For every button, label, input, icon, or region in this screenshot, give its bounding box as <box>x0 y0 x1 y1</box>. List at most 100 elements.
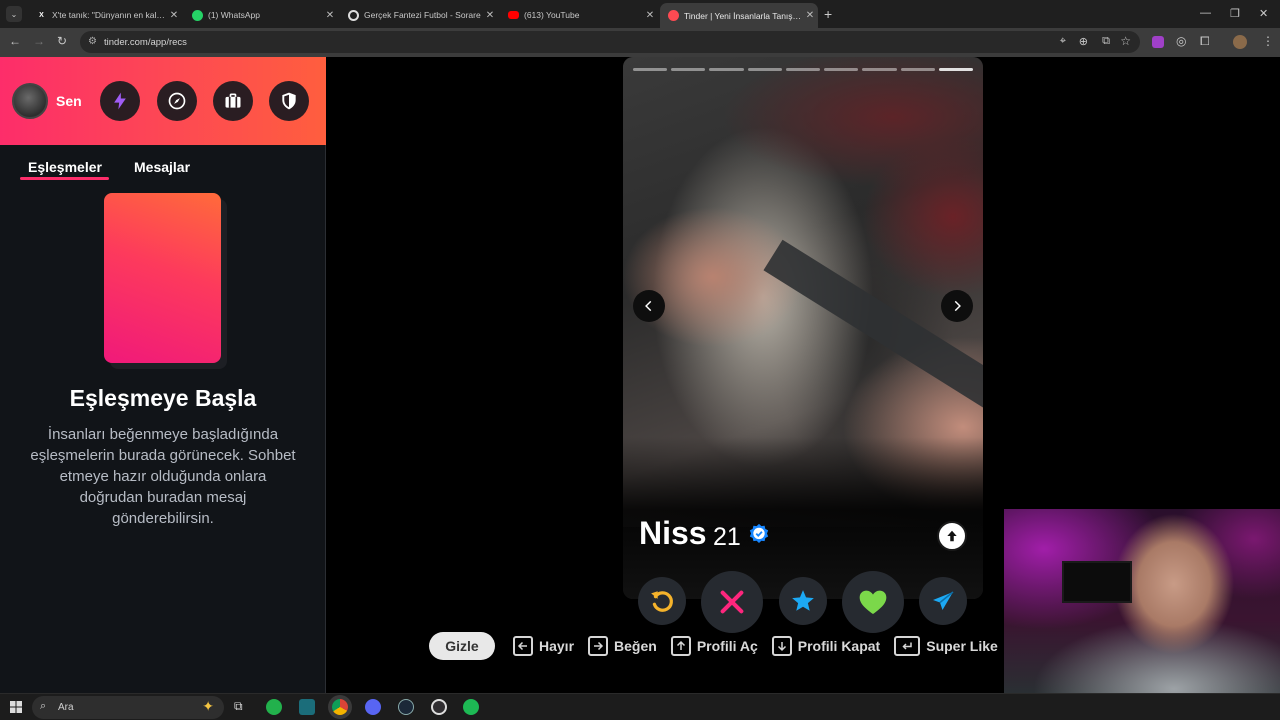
photo-progress-segment[interactable] <box>709 68 744 71</box>
close-window-icon[interactable]: ✕ <box>1259 7 1268 20</box>
tab-search-button[interactable]: ⌄ <box>6 6 22 22</box>
shield-icon <box>282 92 296 110</box>
close-icon[interactable]: ✕ <box>802 10 818 21</box>
empty-state-title: Eşleşmeye Başla <box>69 385 257 411</box>
restore-icon[interactable]: ❐ <box>1230 7 1240 20</box>
tab-messages[interactable]: Mesajlar <box>134 159 190 175</box>
new-tab-button[interactable]: + <box>824 6 832 22</box>
briefcase-icon <box>225 93 241 108</box>
site-info-icon[interactable]: ⚙ <box>88 36 97 47</box>
nope-button[interactable] <box>701 571 763 633</box>
sorare-icon <box>348 9 359 21</box>
browser-tab-whatsapp[interactable]: (1) WhatsApp ✕ <box>184 4 338 26</box>
like-icon <box>859 590 887 614</box>
taskbar-app-green-icon[interactable] <box>266 699 282 715</box>
empty-state-description: İnsanları beğenmeye başladığında eşleşme… <box>30 426 296 527</box>
explore-button[interactable] <box>157 81 197 121</box>
photo-progress-segment[interactable] <box>747 68 782 71</box>
photo-progress-segment[interactable] <box>671 68 706 71</box>
forward-icon[interactable]: → <box>33 34 45 48</box>
tinder-icon <box>668 10 679 21</box>
browser-toolbar: ← → ↻ ⚙ tinder.com/app/recs ⌖ ⊕ ⧉ ☆ ◎ ⧠ … <box>0 28 1280 57</box>
avatar[interactable] <box>12 83 48 119</box>
shortcut-label: Profili Kapat <box>797 638 881 654</box>
taskbar-search[interactable]: ⌕ Ara ✦ <box>32 696 224 719</box>
boost-button[interactable] <box>100 81 140 121</box>
browser-tab-tinder[interactable]: Tinder | Yeni İnsanlarla Tanış, Bu ✕ <box>660 3 818 28</box>
photo-progress-segment[interactable] <box>785 68 821 71</box>
browser-tab-sorare[interactable]: Gerçek Fantezi Futbol - Sorare ✕ <box>340 4 498 26</box>
boost-send-icon <box>933 591 954 610</box>
location-icon[interactable]: ⌖ <box>1060 35 1066 48</box>
windows-start-icon[interactable] <box>10 701 22 713</box>
close-icon[interactable]: ✕ <box>482 10 498 21</box>
photo-progress-segment[interactable] <box>862 68 897 71</box>
chevron-left-icon <box>645 300 652 312</box>
url-text: tinder.com/app/recs <box>104 36 187 48</box>
close-icon[interactable]: ✕ <box>322 10 338 21</box>
super-like-button[interactable] <box>779 577 827 625</box>
boost-send-button[interactable] <box>919 577 967 625</box>
next-photo-button[interactable] <box>941 290 973 322</box>
photo-progress-segment[interactable] <box>633 68 668 71</box>
arrow-right-icon <box>588 636 609 656</box>
minimize-icon[interactable]: — <box>1200 7 1211 19</box>
discord-icon[interactable] <box>365 699 381 715</box>
arrow-left-icon <box>513 636 533 656</box>
like-button[interactable] <box>842 571 904 633</box>
arrow-up-icon <box>670 636 691 656</box>
safety-button[interactable] <box>269 81 309 121</box>
install-app-icon[interactable]: ⧉ <box>1102 35 1110 48</box>
shortcut-super-like: Super Like <box>894 636 998 656</box>
boost-icon <box>114 92 126 110</box>
shortcut-label: Profili Aç <box>696 638 758 654</box>
verified-badge-icon <box>749 523 769 543</box>
hide-shortcuts-button[interactable]: Gizle <box>429 632 495 660</box>
self-profile-label[interactable]: Sen <box>56 93 82 109</box>
extension-2-icon[interactable]: ◎ <box>1176 34 1186 48</box>
shortcut-label: Super Like <box>926 638 998 654</box>
taskbar-app-teal-icon[interactable] <box>299 699 315 715</box>
rewind-button[interactable] <box>638 577 686 625</box>
background-monitor <box>1062 561 1132 603</box>
close-icon[interactable]: ✕ <box>166 10 182 21</box>
arrow-down-icon <box>771 636 792 656</box>
copilot-sparkle-icon: ✦ <box>202 698 214 714</box>
steam-icon[interactable] <box>398 699 414 715</box>
search-placeholder: Ara <box>58 702 74 713</box>
zoom-icon[interactable]: ⊕ <box>1079 35 1088 48</box>
browser-tab-x[interactable]: X X'te tanık: "Dünyanın en kalın s ✕ <box>28 4 182 26</box>
shortcut-label: Hayır <box>539 638 575 654</box>
extensions-puzzle-icon[interactable]: ⧠ <box>1200 34 1210 49</box>
close-icon[interactable]: ✕ <box>642 10 658 21</box>
back-icon[interactable]: ← <box>9 34 21 48</box>
reload-icon[interactable]: ↻ <box>57 34 67 48</box>
bookmark-star-icon[interactable]: ☆ <box>1120 34 1131 48</box>
profile-age: 21 <box>713 523 741 551</box>
address-bar[interactable]: ⚙ tinder.com/app/recs ⌖ ⊕ ⧉ ☆ <box>80 31 1140 53</box>
sidebar-header: Sen <box>0 57 326 145</box>
task-view-icon[interactable]: ⧉ <box>234 699 243 714</box>
tab-matches[interactable]: Eşleşmeler <box>28 159 102 175</box>
active-tab-indicator <box>20 177 109 180</box>
profile-avatar-icon[interactable] <box>1233 35 1247 49</box>
obs-icon[interactable] <box>431 699 447 715</box>
chrome-icon[interactable] <box>332 699 348 715</box>
browser-tab-youtube[interactable]: (613) YouTube ✕ <box>500 4 658 26</box>
whatsapp-icon <box>192 9 203 21</box>
open-profile-button[interactable] <box>937 521 967 551</box>
menu-kebab-icon[interactable]: ⋮ <box>1262 34 1274 48</box>
photo-progress-segment[interactable] <box>824 68 859 71</box>
extension-1-icon[interactable] <box>1152 36 1164 48</box>
profile-card[interactable]: Niss 21 <box>623 57 983 599</box>
rewind-icon <box>651 591 673 612</box>
photo-progress-segment[interactable] <box>900 68 935 71</box>
shortcut-nope: Hayır <box>513 636 574 656</box>
shortcut-open-profile: Profili Aç <box>670 636 758 656</box>
work-mode-button[interactable] <box>213 81 253 121</box>
previous-photo-button[interactable] <box>633 290 665 322</box>
youtube-icon <box>508 11 519 19</box>
photo-progress-segment[interactable] <box>938 68 973 71</box>
spotify-icon[interactable] <box>463 699 479 715</box>
chevron-right-icon <box>954 300 961 312</box>
